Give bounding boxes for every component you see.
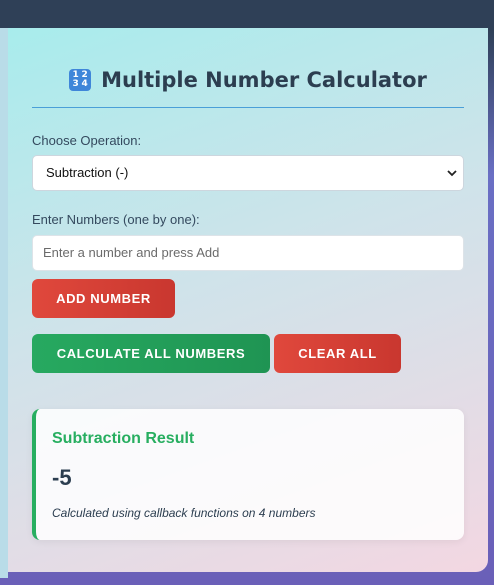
operation-select-value: Subtraction (-): [46, 165, 129, 180]
title-divider: [32, 107, 464, 108]
result-note: Calculated using callback functions on 4…: [52, 506, 316, 520]
result-panel: Subtraction Result -5 Calculated using c…: [32, 409, 464, 540]
add-number-button[interactable]: Add Number: [32, 279, 175, 318]
numbers-icon-digit: 3: [72, 79, 79, 89]
number-input-placeholder: Enter a number and press Add: [43, 245, 220, 260]
numbers-icon-digit: 4: [81, 79, 88, 89]
numbers-label: Enter Numbers (one by one):: [32, 212, 200, 227]
page-title-text: Multiple Number Calculator: [101, 68, 427, 92]
clear-all-button[interactable]: Clear All: [274, 334, 401, 373]
operation-label: Choose Operation:: [32, 133, 142, 148]
page-title: 1 2 3 4 Multiple Number Calculator: [69, 68, 427, 92]
result-title: Subtraction Result: [52, 430, 195, 447]
right-edge: [488, 0, 494, 585]
result-value: -5: [52, 465, 72, 490]
window-top-bar: [0, 0, 494, 28]
chevron-down-icon: [447, 170, 457, 177]
numbers-icon: 1 2 3 4: [69, 69, 92, 91]
number-input[interactable]: Enter a number and press Add: [32, 235, 464, 271]
calculator-card: 1 2 3 4 Multiple Number Calculator Choos…: [8, 28, 488, 572]
operation-select[interactable]: Subtraction (-): [32, 155, 464, 191]
calculate-all-button[interactable]: Calculate All Numbers: [32, 334, 270, 373]
header: 1 2 3 4 Multiple Number Calculator: [32, 64, 464, 92]
left-strip: [0, 28, 8, 578]
